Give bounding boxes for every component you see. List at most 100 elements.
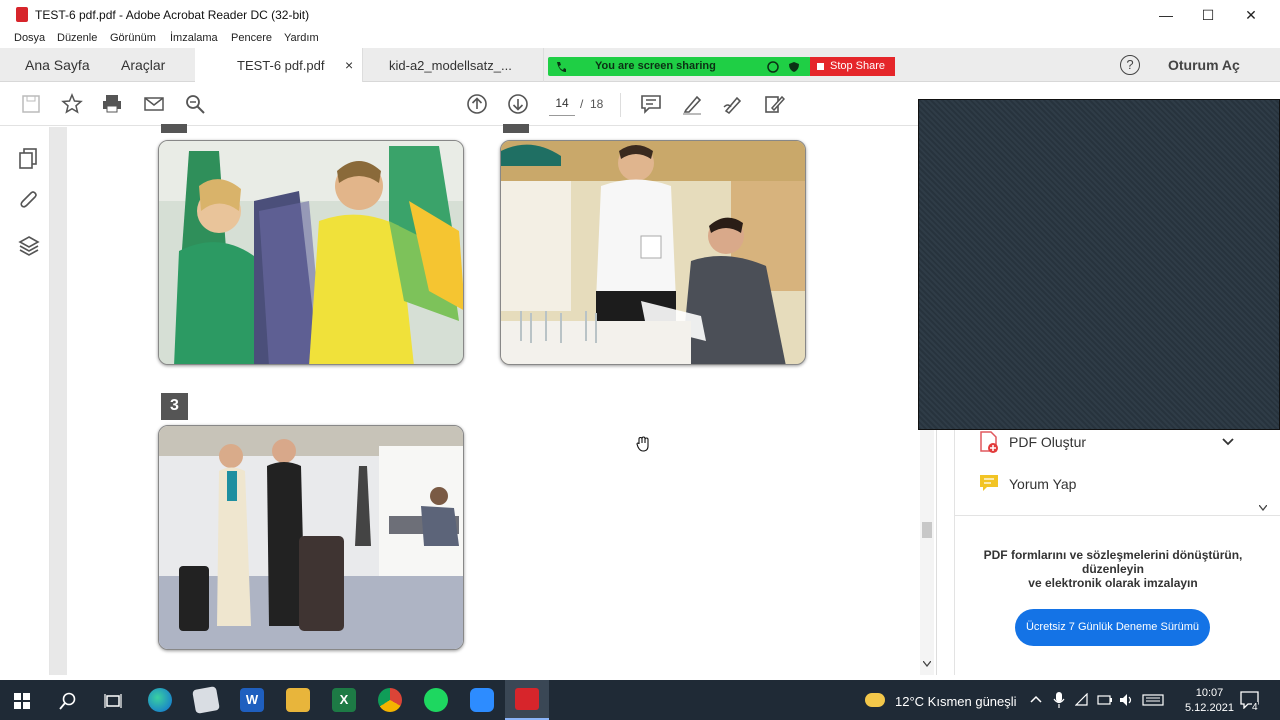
previous-page-icon[interactable] (466, 93, 488, 115)
window-title: TEST-6 pdf.pdf - Adobe Acrobat Reader DC… (35, 8, 310, 22)
left-navigation-rail (8, 127, 50, 675)
word-icon[interactable]: W (240, 688, 264, 712)
photo-number-3: 3 (161, 393, 188, 420)
photo-travelers-airport (158, 425, 464, 650)
promo-text: PDF formlarını ve sözleşmelerini dönüştü… (978, 548, 1248, 590)
panel-scroll-down-icon[interactable] (1259, 505, 1267, 511)
photo-restaurant-illustration (501, 141, 805, 364)
free-trial-button[interactable]: Ücretsiz 7 Günlük Deneme Sürümü (1015, 609, 1210, 646)
task-view-icon[interactable] (104, 692, 122, 710)
windows-start-icon[interactable] (14, 693, 30, 709)
signin-button[interactable]: Oturum Aç (1168, 57, 1240, 73)
title-bar: TEST-6 pdf.pdf - Adobe Acrobat Reader DC… (0, 0, 1280, 30)
page-input-underline (549, 115, 575, 116)
close-button[interactable]: ✕ (1229, 0, 1273, 30)
tab-close-icon[interactable]: × (345, 57, 353, 73)
video-overlay (918, 99, 1280, 430)
create-pdf-icon (980, 431, 998, 453)
hand-cursor-icon (636, 436, 649, 452)
acrobat-app-icon (16, 7, 28, 22)
edge-icon[interactable] (148, 688, 172, 712)
panel-separator (955, 515, 1280, 516)
save-icon[interactable] (20, 93, 42, 115)
photo-shopping-couple (158, 140, 464, 365)
menu-bar: Dosya Düzenle Görünüm İmzalama Pencere Y… (0, 30, 1280, 48)
maximize-button[interactable]: ☐ (1186, 0, 1230, 30)
page-thumbnails-icon[interactable] (18, 147, 40, 169)
photo-shopping-illustration (159, 141, 463, 364)
sign-pen-icon[interactable] (722, 93, 744, 115)
page-number-input[interactable]: 14 (548, 96, 576, 114)
tab-tools[interactable]: Araçlar (121, 57, 165, 73)
tray-chevron-up-icon[interactable] (1030, 695, 1042, 703)
minimize-button[interactable]: — (1144, 0, 1188, 30)
acrobat-icon (515, 688, 539, 710)
clock-date: 5.12.2021 (1185, 702, 1234, 714)
help-icon[interactable]: ? (1120, 55, 1140, 75)
microphone-icon[interactable] (1053, 692, 1065, 708)
clock-time: 10:07 (1195, 687, 1224, 699)
screen-share-bar: You are screen sharing (548, 57, 811, 76)
photo-travelers-illustration (159, 426, 463, 649)
battery-icon[interactable] (1097, 694, 1113, 706)
acrobat-taskbar-button[interactable] (505, 680, 549, 720)
search-icon[interactable] (59, 692, 77, 710)
scrollbar-thumb[interactable] (922, 522, 932, 538)
file-explorer-icon[interactable] (286, 688, 310, 712)
keyboard-icon[interactable] (1142, 694, 1164, 706)
share-status-text: You are screen sharing (595, 60, 716, 72)
next-page-icon[interactable] (507, 93, 529, 115)
email-icon[interactable] (143, 93, 165, 115)
tab-document-2-label: kid-a2_modellsatz_... (389, 58, 512, 73)
tab-document-active[interactable]: TEST-6 pdf.pdf × (195, 48, 363, 82)
star-icon[interactable] (61, 93, 83, 115)
attachment-icon[interactable] (18, 189, 40, 211)
chrome-icon[interactable] (378, 688, 402, 712)
toolbar-divider (620, 93, 621, 117)
menu-file[interactable]: Dosya (14, 32, 45, 44)
menu-window[interactable]: Pencere (231, 32, 272, 44)
menu-view[interactable]: Görünüm (110, 32, 156, 44)
stop-share-label: Stop Share (830, 60, 886, 72)
chevron-down-icon[interactable] (1222, 438, 1234, 446)
stop-share-button[interactable]: Stop Share (810, 57, 895, 76)
menu-help[interactable]: Yardım (284, 32, 319, 44)
comment-icon[interactable] (640, 93, 662, 115)
app-cube-icon[interactable] (192, 686, 220, 714)
tab-home[interactable]: Ana Sayfa (25, 57, 90, 73)
highlight-pen-icon[interactable] (681, 93, 703, 115)
comment-item[interactable]: Yorum Yap (1009, 476, 1076, 492)
layers-icon[interactable] (18, 235, 40, 257)
comment-tool-icon (980, 475, 998, 491)
photo-number-3-label: 3 (170, 397, 179, 414)
promo-line-3: ve elektronik olarak imzalayın (1028, 576, 1198, 590)
scroll-down-icon[interactable] (923, 661, 931, 667)
zoom-search-icon[interactable] (184, 93, 206, 115)
volume-icon[interactable] (1119, 693, 1135, 707)
excel-icon[interactable]: X (332, 688, 356, 712)
create-pdf-item[interactable]: PDF Oluştur (1009, 434, 1086, 450)
menu-sign[interactable]: İmzalama (170, 32, 218, 44)
weather-icon (865, 693, 885, 707)
notification-count: 4 (1252, 702, 1258, 713)
photo-number-2: 2 (503, 124, 529, 133)
shield-icon (789, 62, 799, 72)
photo-number-1: 1 (161, 124, 187, 133)
print-icon[interactable] (101, 93, 123, 115)
zoom-icon[interactable] (470, 688, 494, 712)
tab-document-2[interactable]: kid-a2_modellsatz_... (364, 48, 544, 82)
clock[interactable]: 10:07 5.12.2021 (1185, 686, 1234, 716)
promo-line-2: düzenleyin (1081, 562, 1144, 576)
stop-icon (817, 63, 824, 70)
menu-edit[interactable]: Düzenle (57, 32, 97, 44)
page-total: 18 (590, 97, 604, 111)
weather-text[interactable]: 12°C Kısmen güneşli (895, 694, 1017, 709)
photo-number-2-label: 2 (515, 124, 517, 125)
phone-icon (557, 62, 566, 72)
network-icon[interactable] (1075, 693, 1089, 707)
page-separator: / (580, 97, 584, 111)
spotify-icon[interactable] (424, 688, 448, 712)
pause-icon[interactable] (767, 61, 779, 73)
fill-sign-icon[interactable] (763, 93, 785, 115)
photo-restaurant-waiter (500, 140, 806, 365)
